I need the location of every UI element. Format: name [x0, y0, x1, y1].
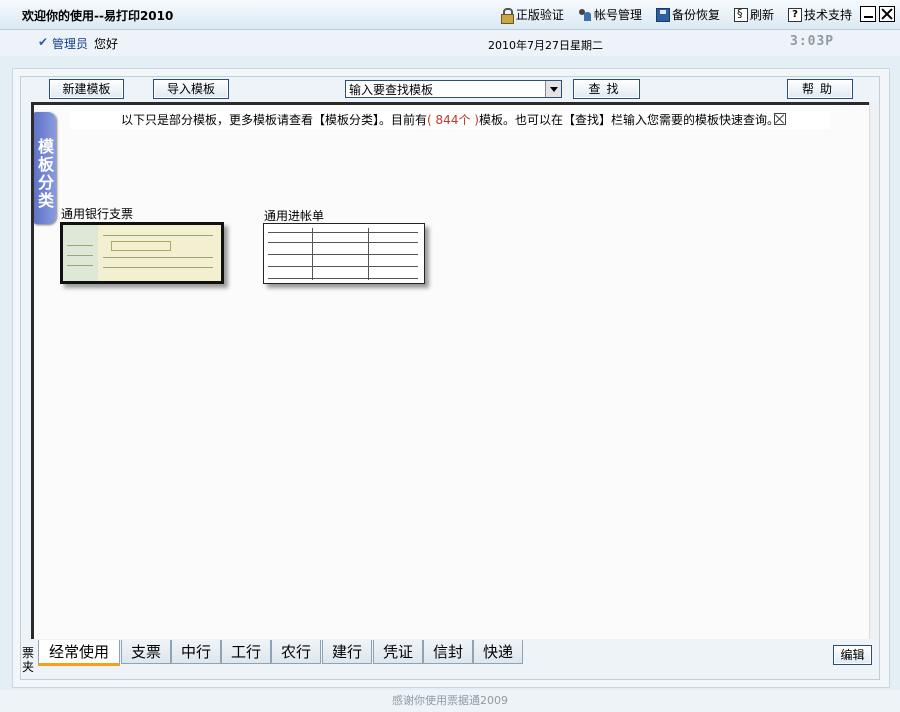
template-count: ( 844个 )	[427, 113, 479, 127]
tab-cheque[interactable]: 支票	[121, 640, 171, 664]
notice-bar: 以下只是部分模板，更多模板请查看【模板分类】。目前有( 844个 )模板。也可以…	[70, 111, 830, 129]
template-label-deposit-slip[interactable]: 通用进帐单	[264, 207, 324, 224]
slip-line	[268, 254, 418, 255]
minimize-button[interactable]	[860, 6, 876, 22]
slip-line	[268, 278, 418, 279]
help-icon: ?	[787, 7, 802, 22]
menu-label: 技术支持	[803, 8, 852, 22]
tab-ccb[interactable]: 建行	[322, 640, 372, 664]
top-menu: 正版验证 帐号管理 备份恢复 刷新 ? 技术支持	[500, 6, 852, 24]
close-notice-icon[interactable]	[774, 113, 786, 125]
dropdown-arrow-icon[interactable]	[545, 81, 561, 97]
tab-abc[interactable]: 农行	[271, 640, 321, 664]
user-role: 管理员	[52, 37, 89, 51]
menu-label: 正版验证	[515, 8, 564, 22]
user-bar: ✔ 管理员 您好 2010年7月27日星期二 3:03P	[0, 30, 900, 56]
notice-suffix: 模板。也可以在【查找】栏输入您需要的模板快速查询。	[478, 113, 779, 127]
template-category-tab[interactable]: 模板分类	[34, 112, 56, 224]
cheque-line	[103, 235, 213, 236]
menu-account-manage[interactable]: 帐号管理	[578, 6, 642, 23]
tab-express[interactable]: 快递	[473, 640, 523, 664]
refresh-icon	[733, 7, 748, 22]
footer: 感谢你使用票据通2009	[0, 690, 900, 712]
menu-backup-restore[interactable]: 备份恢复	[655, 6, 720, 23]
clock: 3:03P	[790, 34, 835, 49]
close-button[interactable]	[879, 6, 895, 22]
menu-label: 刷新	[749, 8, 774, 22]
slip-line	[268, 232, 418, 233]
app-title: 欢迎你的使用--易打印2010	[22, 9, 174, 23]
menu-refresh[interactable]: 刷新	[733, 6, 774, 23]
template-thumbnail-cheque[interactable]	[60, 222, 224, 284]
notice-prefix: 以下只是部分模板，更多模板请查看【模板分类】。目前有	[121, 113, 428, 127]
slip-vline	[368, 228, 369, 280]
title-bar: 欢迎你的使用--易打印2010 正版验证 帐号管理 备份恢复 刷新 ? 技术支持	[0, 0, 900, 30]
find-button[interactable]: 查找	[573, 79, 640, 99]
slip-vline	[312, 228, 313, 280]
users-icon	[578, 8, 592, 22]
greeting: 您好	[94, 37, 119, 51]
tab-frequent[interactable]: 经常使用	[38, 640, 120, 666]
cheque-line	[67, 265, 93, 266]
template-panel	[31, 102, 869, 639]
template-search-input[interactable]	[346, 81, 542, 97]
current-date: 2010年7月27日星期二	[488, 39, 603, 52]
menu-genuine-verify[interactable]: 正版验证	[500, 6, 564, 24]
ticket-folder-label: 票夹	[22, 646, 35, 674]
new-template-button[interactable]: 新建模板	[49, 79, 124, 99]
help-button[interactable]: 帮助	[787, 79, 853, 99]
menu-tech-support[interactable]: ? 技术支持	[787, 6, 852, 23]
cheque-line	[103, 257, 213, 258]
floppy-icon	[655, 7, 670, 22]
cheque-line	[103, 267, 213, 268]
panel-edge	[869, 102, 878, 639]
cheque-box	[111, 241, 171, 251]
tab-envelope[interactable]: 信封	[423, 640, 473, 664]
template-thumbnail-deposit-slip[interactable]	[263, 223, 425, 284]
tab-icbc[interactable]: 工行	[221, 640, 271, 664]
slip-line	[268, 242, 418, 243]
edit-button[interactable]: 编辑	[833, 645, 872, 665]
slip-line	[268, 266, 418, 267]
import-template-button[interactable]: 导入模板	[153, 79, 229, 99]
menu-label: 帐号管理	[593, 8, 642, 22]
cheque-line	[67, 255, 93, 256]
tab-boc[interactable]: 中行	[171, 640, 221, 664]
cheque-line	[67, 245, 93, 246]
user-check-icon: ✔	[38, 35, 49, 49]
template-label-cheque[interactable]: 通用银行支票	[61, 205, 133, 222]
menu-label: 备份恢复	[671, 8, 720, 22]
template-search-combo[interactable]	[345, 80, 562, 98]
tab-voucher[interactable]: 凭证	[373, 640, 423, 664]
lock-icon	[500, 7, 514, 24]
